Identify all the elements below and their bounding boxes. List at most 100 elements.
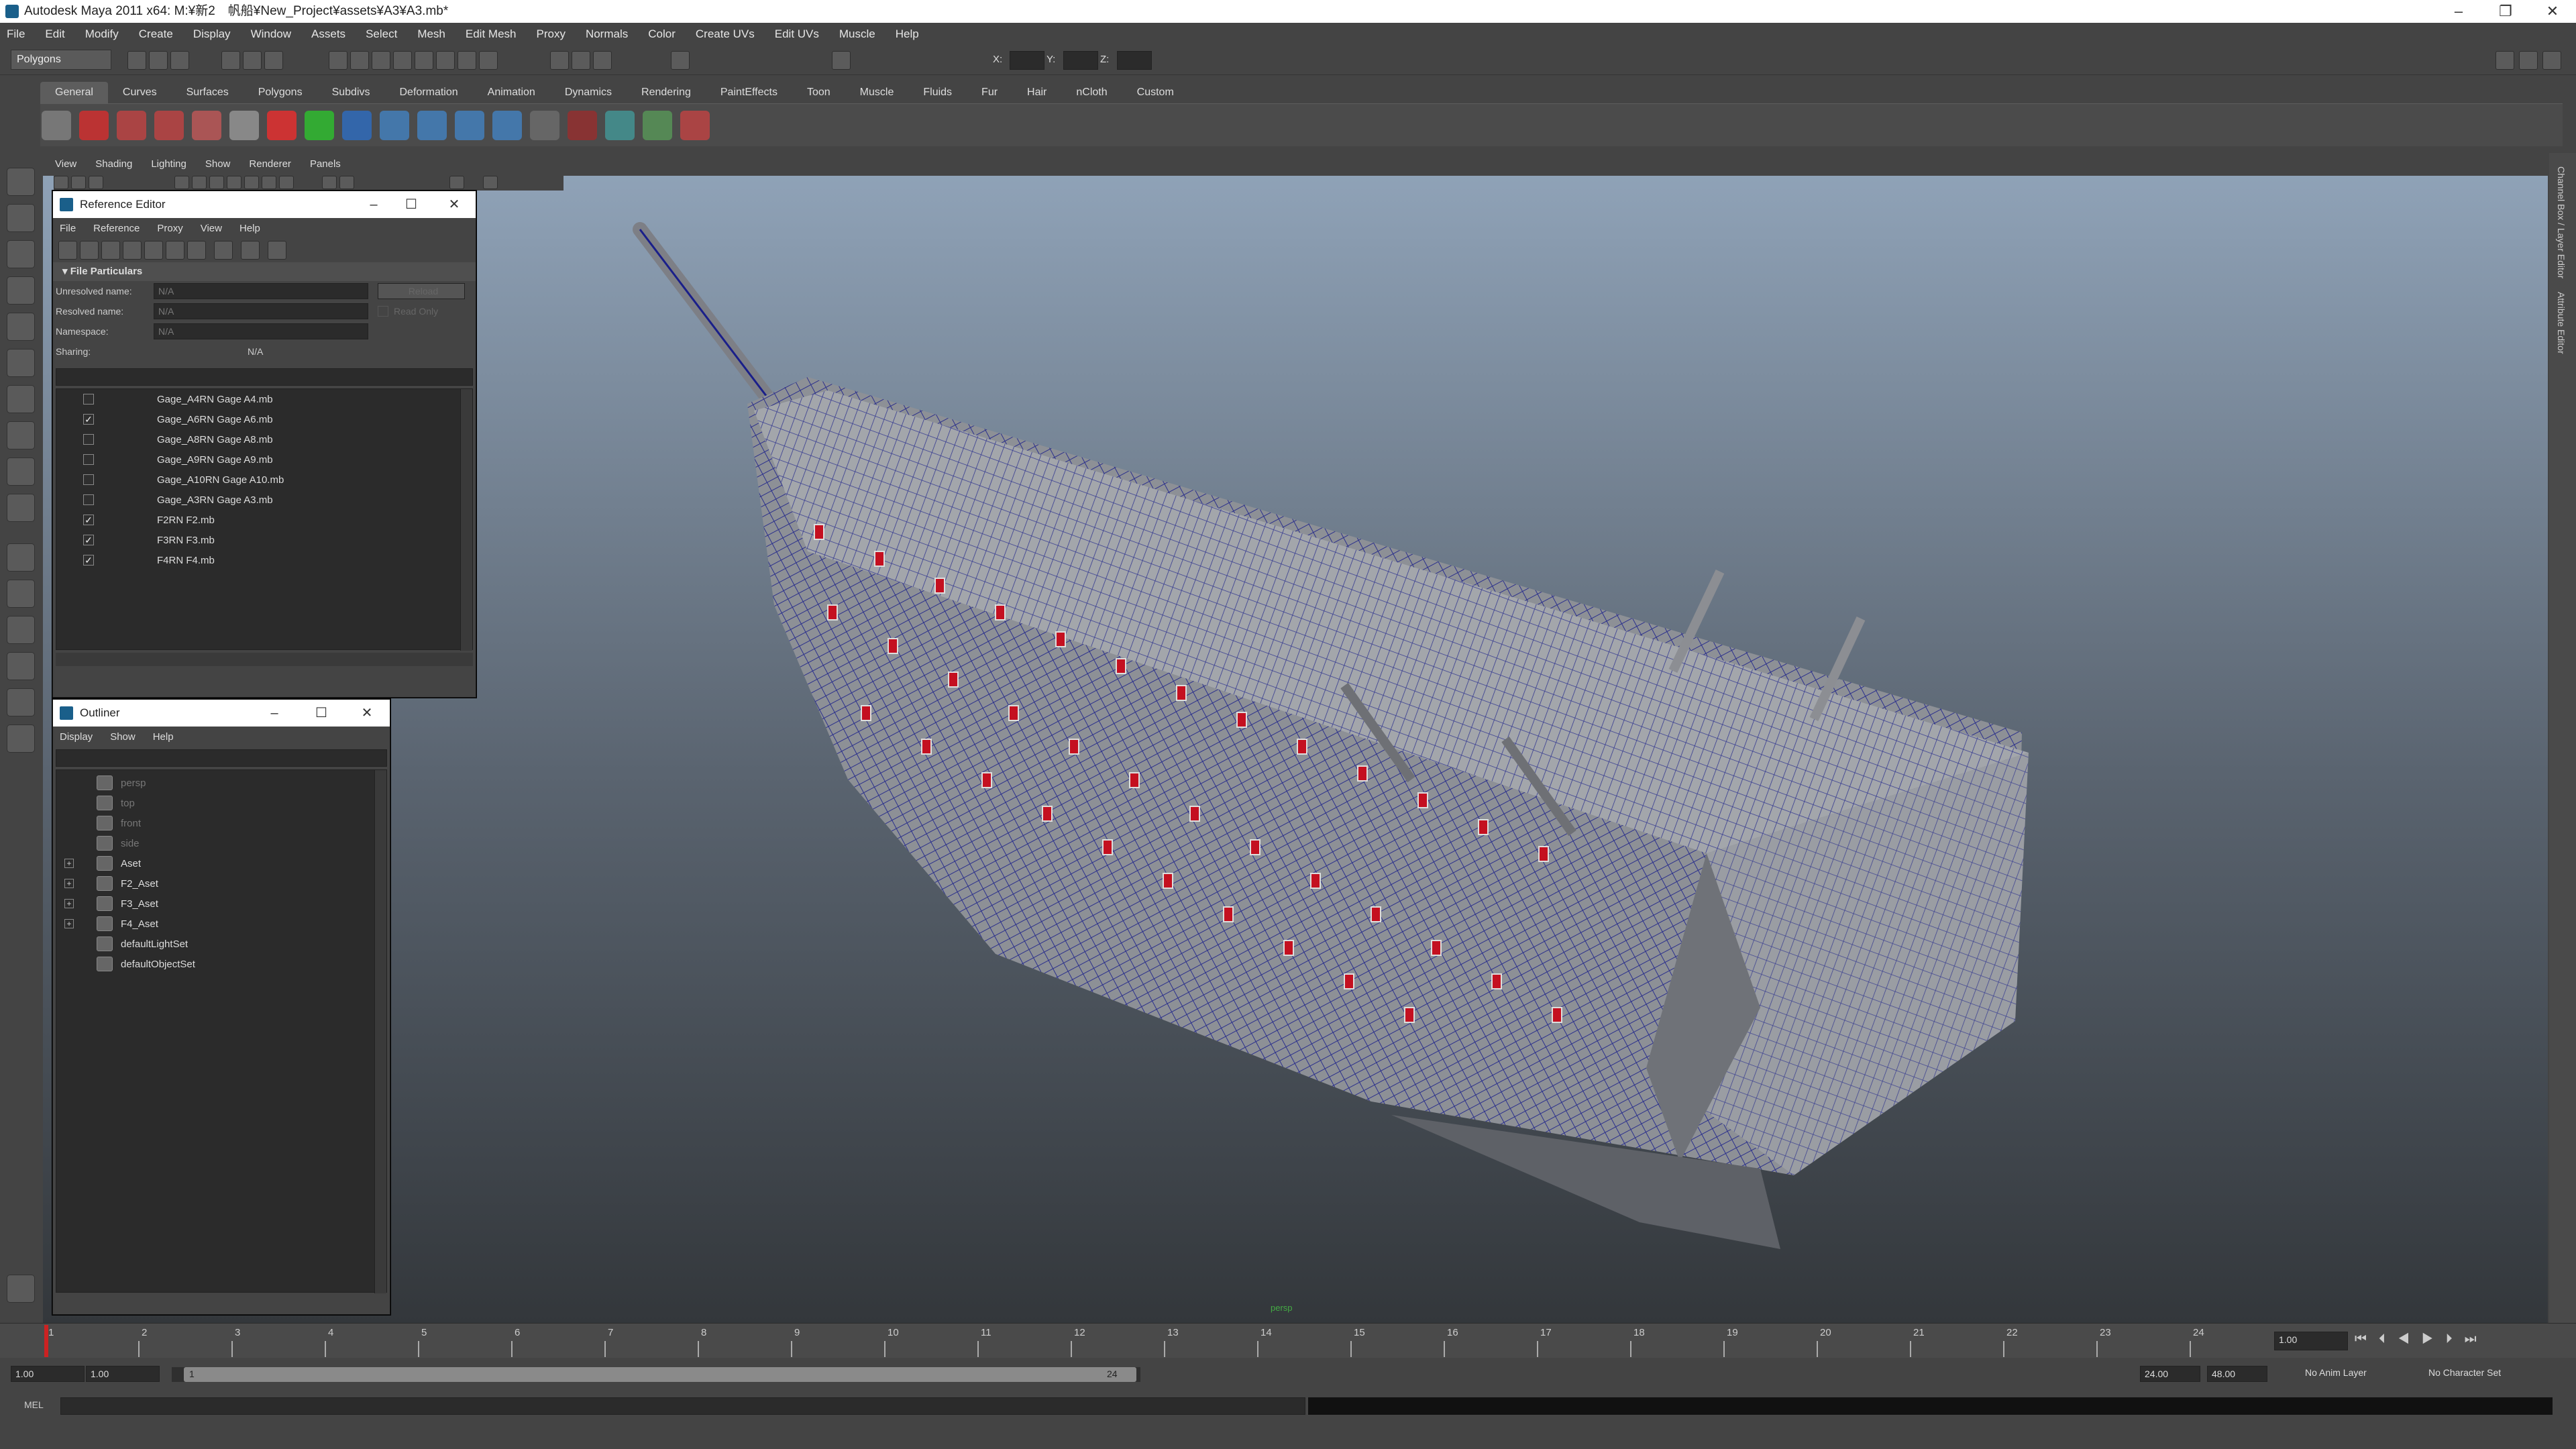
export-selection-icon[interactable] (101, 241, 120, 260)
shadows-icon[interactable] (279, 176, 294, 189)
read-only-checkbox[interactable] (378, 306, 388, 317)
ref-menu-help[interactable]: Help (239, 223, 260, 234)
shelf-tool-14-icon[interactable] (605, 111, 635, 140)
menu-create[interactable]: Create (139, 28, 173, 41)
reference-checkbox[interactable]: ✓ (83, 515, 94, 525)
z-field[interactable] (1117, 51, 1152, 70)
x-field[interactable] (1010, 51, 1044, 70)
reference-checkbox[interactable] (83, 454, 94, 465)
ref-close-button[interactable]: ✕ (435, 191, 473, 218)
soft-modification-icon[interactable] (7, 421, 35, 449)
current-frame-field[interactable]: 1.00 (2274, 1332, 2348, 1350)
help-question-icon[interactable] (79, 111, 109, 140)
unresolved-name-field[interactable]: N/A (154, 283, 368, 299)
close-button[interactable]: ✕ (2529, 0, 2576, 23)
resolved-name-field[interactable]: N/A (154, 303, 368, 319)
tree-item-f2-aset[interactable]: + F2_Aset (56, 873, 386, 894)
layout-hypershade-icon[interactable] (7, 688, 35, 716)
remove-reference-icon[interactable] (123, 241, 142, 260)
menu-mesh[interactable]: Mesh (417, 28, 445, 41)
snap-view-icon[interactable] (393, 51, 412, 70)
menu-edit-mesh[interactable]: Edit Mesh (466, 28, 517, 41)
list-item[interactable]: Gage_A4RN Gage A4.mb (56, 389, 472, 409)
shelf-tool-13-icon[interactable] (568, 111, 597, 140)
ref-minimize-button[interactable]: – (355, 191, 392, 218)
outliner-maximize-button[interactable]: ☐ (303, 700, 340, 727)
proxy-view-icon[interactable] (268, 241, 286, 260)
shelf-tab-polygons[interactable]: Polygons (244, 82, 317, 103)
snap-grid-icon[interactable] (329, 51, 347, 70)
menu-modify[interactable]: Modify (85, 28, 119, 41)
textured-icon[interactable] (244, 176, 259, 189)
open-scene-icon[interactable] (149, 51, 168, 70)
film-gate-icon[interactable] (483, 176, 498, 189)
current-time-marker[interactable] (44, 1325, 48, 1357)
shelf-tab-ncloth[interactable]: nCloth (1061, 82, 1122, 103)
reference-list-scrollbar[interactable] (460, 389, 472, 651)
end-time-field[interactable]: 48.00 (2207, 1366, 2267, 1382)
mel-label[interactable]: MEL (24, 1399, 44, 1410)
layout-custom-icon[interactable] (7, 724, 35, 753)
reference-checkbox[interactable] (83, 474, 94, 485)
shelf-tool-9-icon[interactable] (417, 111, 447, 140)
menu-color[interactable]: Color (648, 28, 676, 41)
panel-menu-lighting[interactable]: Lighting (151, 158, 186, 170)
reference-list-hscrollbar[interactable] (56, 653, 473, 666)
shelf-tab-animation[interactable]: Animation (473, 82, 550, 103)
snap-curve-icon[interactable] (350, 51, 369, 70)
shelf-tab-surfaces[interactable]: Surfaces (172, 82, 244, 103)
shelf-tool-6-icon[interactable] (305, 111, 334, 140)
layout-outliner-icon[interactable] (7, 616, 35, 644)
list-item[interactable]: ✓ F4RN F4.mb (56, 550, 472, 570)
shelf-tab-fur[interactable]: Fur (967, 82, 1012, 103)
rotate-tool-icon[interactable] (7, 313, 35, 341)
attribute-editor-tab[interactable]: Attribute Editor (2556, 292, 2567, 354)
shelf-tool-1-icon[interactable] (117, 111, 146, 140)
paint-select-tool-icon[interactable] (7, 240, 35, 268)
time-slider[interactable]: 1 2 3 4 5 6 7 8 9 10 11 12 13 14 15 16 17 18 19 20 21 22 23 24 … (0, 1323, 2576, 1358)
show-hide-tool-settings-icon[interactable] (2519, 51, 2538, 70)
reference-filter-field[interactable] (56, 368, 473, 386)
panel-menu-renderer[interactable]: Renderer (249, 158, 291, 170)
reference-checkbox[interactable]: ✓ (83, 414, 94, 425)
menu-edit[interactable]: Edit (45, 28, 64, 41)
last-tool-icon[interactable] (7, 494, 35, 522)
history-icon[interactable] (436, 51, 455, 70)
ref-menu-file[interactable]: File (60, 223, 76, 234)
construction-icon[interactable] (458, 51, 476, 70)
list-item[interactable]: Gage_A8RN Gage A8.mb (56, 429, 472, 449)
tree-item-default-object-set[interactable]: defaultObjectSet (56, 954, 386, 974)
expand-plus-icon[interactable]: + (64, 879, 74, 888)
reload-button[interactable]: Reload (378, 283, 465, 299)
scale-tool-icon[interactable] (7, 349, 35, 377)
reference-checkbox[interactable] (83, 394, 94, 405)
menu-help[interactable]: Help (896, 28, 919, 41)
wireframe-icon[interactable] (192, 176, 207, 189)
menu-assets[interactable]: Assets (311, 28, 345, 41)
shelf-tool-11-icon[interactable] (492, 111, 522, 140)
menu-edit-uvs[interactable]: Edit UVs (775, 28, 819, 41)
playback-start-field[interactable]: 1.00 (86, 1366, 160, 1382)
ref-menu-proxy[interactable]: Proxy (157, 223, 182, 234)
shelf-tool-3-icon[interactable] (192, 111, 221, 140)
outliner-menu-help[interactable]: Help (153, 731, 174, 743)
snap-live-icon[interactable] (415, 51, 433, 70)
channel-box-tab[interactable]: Channel Box / Layer Editor (2556, 166, 2567, 278)
reference-checkbox[interactable] (83, 494, 94, 505)
namespace-field[interactable]: N/A (154, 323, 368, 339)
select-component-icon[interactable] (264, 51, 283, 70)
universal-manipulator-icon[interactable] (7, 385, 35, 413)
shelf-tab-dynamics[interactable]: Dynamics (550, 82, 627, 103)
list-item[interactable]: Gage_A9RN Gage A9.mb (56, 449, 472, 470)
menu-set-dropdown[interactable]: Polygons (11, 50, 111, 70)
list-item[interactable]: Gage_A10RN Gage A10.mb (56, 470, 472, 490)
panel-menu-panels[interactable]: Panels (310, 158, 341, 170)
input-line-icon[interactable] (671, 51, 690, 70)
playback-controls[interactable]: ⏮⏴◀▶⏵⏭ (2355, 1332, 2489, 1347)
ref-maximize-button[interactable]: ☐ (392, 191, 430, 218)
menu-select[interactable]: Select (366, 28, 397, 41)
save-scene-icon[interactable] (170, 51, 189, 70)
unload-reference-icon[interactable] (166, 241, 184, 260)
shelf-tab-curves[interactable]: Curves (108, 82, 172, 103)
playback-end-field[interactable]: 24.00 (2140, 1366, 2200, 1382)
